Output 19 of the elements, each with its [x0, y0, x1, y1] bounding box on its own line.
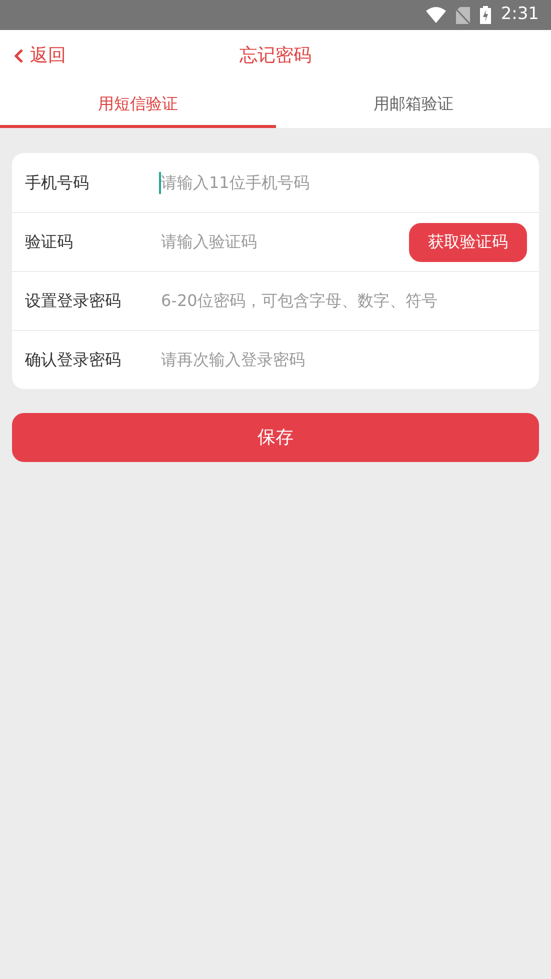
battery-charging-icon: [480, 6, 491, 24]
field-label: 设置登录密码: [25, 290, 122, 312]
tab[interactable]: 用邮箱验证: [276, 80, 551, 128]
field-label: 确认登录密码: [25, 349, 122, 371]
input-field[interactable]: 6-20位密码，可包含字母、数字、符号: [161, 289, 527, 313]
wifi-icon: [426, 7, 446, 23]
get-code-button[interactable]: 获取验证码: [409, 222, 527, 262]
chevron-left-icon: [14, 48, 24, 64]
input-field[interactable]: 请输入验证码: [161, 230, 409, 254]
no-sim-icon: [456, 6, 470, 24]
field-label: 手机号码: [25, 172, 90, 194]
clock-time: 2:31: [500, 3, 539, 26]
input-field[interactable]: 请再次输入登录密码: [161, 348, 527, 372]
back-button[interactable]: 返回: [14, 42, 66, 69]
page-title: 忘记密码: [240, 44, 312, 68]
input-field[interactable]: 请输入11位手机号码: [161, 170, 527, 194]
field-label: 验证码: [25, 231, 74, 253]
tab[interactable]: 用短信验证: [0, 80, 276, 128]
save-button[interactable]: 保存: [12, 413, 539, 462]
